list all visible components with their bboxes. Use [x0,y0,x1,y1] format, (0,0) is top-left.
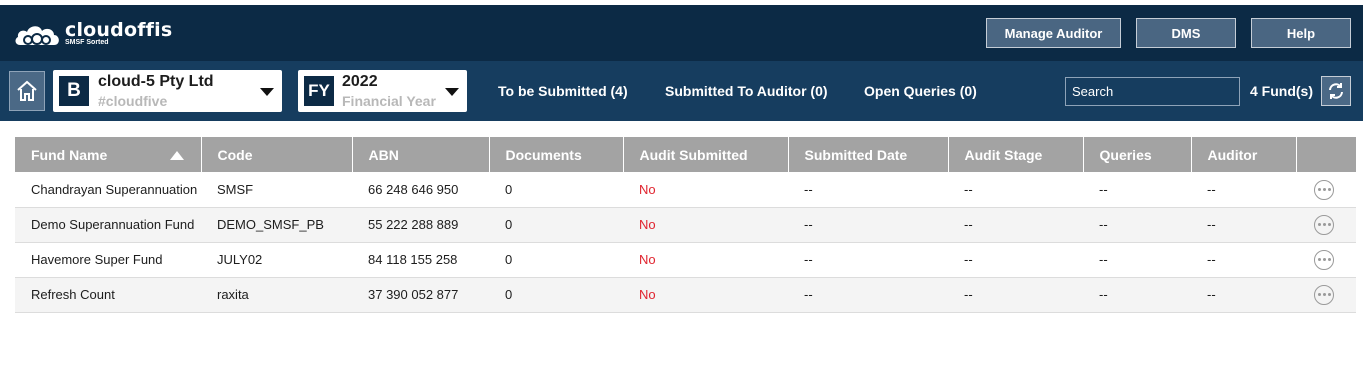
submitted-date-cell: -- [788,207,948,243]
help-button[interactable]: Help [1251,18,1351,48]
queries-cell: -- [1083,242,1191,278]
documents-cell: 0 [489,242,623,278]
audit-stage-cell: -- [948,172,1083,208]
audit-stage-cell: -- [948,277,1083,313]
audit-submitted-cell: No [623,172,788,208]
filter-bar: B cloud-5 Pty Ltd #cloudfive FY 2022 Fin… [0,61,1363,121]
audit-submitted-cell: No [623,207,788,243]
column-header-abn[interactable]: ABN [352,137,490,172]
column-header-documents[interactable]: Documents [489,137,624,172]
refresh-button[interactable] [1321,76,1351,106]
brand-logo[interactable]: cloudoffis SMSF Sorted [14,18,172,52]
documents-cell: 0 [489,277,623,313]
tab-open-queries[interactable]: Open Queries (0) [864,83,977,99]
column-header-audit-submitted[interactable]: Audit Submitted [623,137,789,172]
auditor-cell: -- [1191,207,1296,243]
column-label: Fund Name [31,146,108,163]
auditor-cell: -- [1191,242,1296,278]
table-row[interactable]: Chandrayan Superannuation SMSF 66 248 64… [15,172,1356,208]
column-header-auditor[interactable]: Auditor [1191,137,1297,172]
actions-cell [1296,242,1356,278]
fy-label: Financial Year [342,93,436,109]
chevron-down-icon [445,88,459,96]
documents-cell: 0 [489,207,623,243]
column-header-submitted-date[interactable]: Submitted Date [788,137,949,172]
table-row[interactable]: Demo Superannuation Fund DEMO_SMSF_PB 55… [15,207,1356,243]
company-selector[interactable]: B cloud-5 Pty Ltd #cloudfive [53,70,282,112]
abn-cell: 84 118 155 258 [352,242,489,278]
auditor-cell: -- [1191,172,1296,208]
refresh-icon [1329,83,1343,99]
more-options-icon[interactable] [1314,284,1334,305]
table-row[interactable]: Refresh Count raxita 37 390 052 877 0 No… [15,277,1356,313]
manage-auditor-button[interactable]: Manage Auditor [986,18,1121,48]
column-header-audit-stage[interactable]: Audit Stage [948,137,1084,172]
tab-to-be-submitted[interactable]: To be Submitted (4) [498,83,628,99]
queries-cell: -- [1083,277,1191,313]
fund-name-cell[interactable]: Refresh Count [15,277,201,313]
search-input[interactable] [1065,77,1240,106]
column-header-actions [1296,137,1356,172]
column-header-fund-name[interactable]: Fund Name [15,137,202,172]
company-badge: B [59,76,89,106]
abn-cell: 37 390 052 877 [352,277,489,313]
table-header-row: Fund Name Code ABN Documents Audit Submi… [15,137,1356,172]
table-row[interactable]: Havemore Super Fund JULY02 84 118 155 25… [15,242,1356,278]
code-cell: raxita [201,277,352,313]
queries-cell: -- [1083,172,1191,208]
tab-submitted-to-auditor[interactable]: Submitted To Auditor (0) [665,83,828,99]
submitted-date-cell: -- [788,172,948,208]
company-name: cloud-5 Pty Ltd [98,73,214,90]
auditor-cell: -- [1191,277,1296,313]
abn-cell: 55 222 288 889 [352,207,489,243]
brand-name: cloudoffis [65,19,173,41]
chevron-down-icon [260,88,274,96]
company-code: #cloudfive [98,93,168,109]
audit-stage-cell: -- [948,207,1083,243]
column-header-queries[interactable]: Queries [1083,137,1192,172]
top-header: cloudoffis SMSF Sorted Manage Auditor DM… [0,5,1363,61]
column-header-code[interactable]: Code [201,137,353,172]
cloud-logo-icon [15,26,59,45]
code-cell: SMSF [201,172,352,208]
fy-value: 2022 [342,73,378,90]
dms-button[interactable]: DMS [1136,18,1236,48]
actions-cell [1296,207,1356,243]
fund-name-cell[interactable]: Chandrayan Superannuation [15,172,201,208]
audit-submitted-cell: No [623,277,788,313]
sort-asc-icon[interactable] [170,151,184,160]
queries-cell: -- [1083,207,1191,243]
actions-cell [1296,277,1356,313]
financial-year-selector[interactable]: FY 2022 Financial Year [298,70,467,112]
submitted-date-cell: -- [788,277,948,313]
home-icon [17,80,37,101]
more-options-icon[interactable] [1314,214,1334,235]
audit-submitted-cell: No [623,242,788,278]
actions-cell [1296,172,1356,208]
fund-count: 4 Fund(s) [1250,83,1313,99]
fy-badge: FY [304,76,334,106]
submitted-date-cell: -- [788,242,948,278]
more-options-icon[interactable] [1314,179,1334,200]
fund-name-cell[interactable]: Havemore Super Fund [15,242,201,278]
abn-cell: 66 248 646 950 [352,172,489,208]
documents-cell: 0 [489,172,623,208]
more-options-icon[interactable] [1314,249,1334,270]
code-cell: JULY02 [201,242,352,278]
funds-table: Fund Name Code ABN Documents Audit Submi… [15,137,1356,313]
home-button[interactable] [9,71,45,111]
fund-name-cell[interactable]: Demo Superannuation Fund [15,207,201,243]
code-cell: DEMO_SMSF_PB [201,207,352,243]
brand-tagline: SMSF Sorted [65,39,109,46]
audit-stage-cell: -- [948,242,1083,278]
